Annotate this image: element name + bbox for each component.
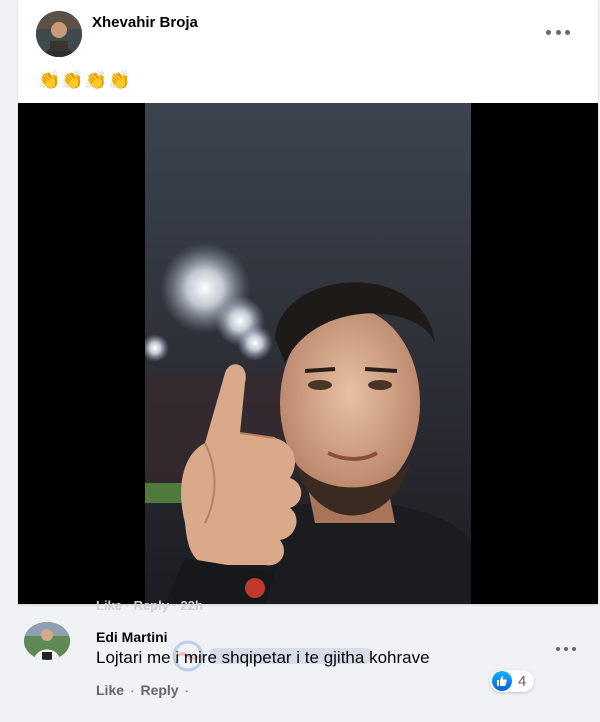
commenter-avatar[interactable] [24, 622, 70, 660]
post-header: Xhevahir Broja 👏👏👏👏 [18, 0, 598, 100]
author-avatar[interactable] [36, 11, 82, 57]
comment-text: Lojtari me i mire shqipetar i te gjitha … [96, 648, 430, 667]
post-text: 👏👏👏👏 [38, 70, 132, 90]
commenter-name[interactable]: Edi Martini [96, 629, 168, 645]
comment-more-options-icon[interactable] [556, 646, 576, 652]
action-separator-trailing: · [184, 682, 190, 698]
author-name[interactable]: Xhevahir Broja [92, 14, 198, 31]
more-options-icon[interactable] [546, 22, 570, 42]
video-frame-image [145, 103, 471, 604]
faded-action-row: Like · Reply · 22h [96, 598, 203, 613]
comment-actions: Like · Reply · [96, 682, 191, 698]
post-card: Xhevahir Broja 👏👏👏👏 [18, 0, 598, 604]
reaction-count: 4 [518, 672, 527, 690]
reply-link[interactable]: Reply [140, 682, 178, 698]
post-video[interactable] [18, 103, 598, 604]
like-link[interactable]: Like [96, 682, 124, 698]
thumbs-up-icon [492, 671, 512, 691]
reaction-summary[interactable]: 4 [490, 670, 535, 692]
action-separator: · [129, 682, 135, 698]
